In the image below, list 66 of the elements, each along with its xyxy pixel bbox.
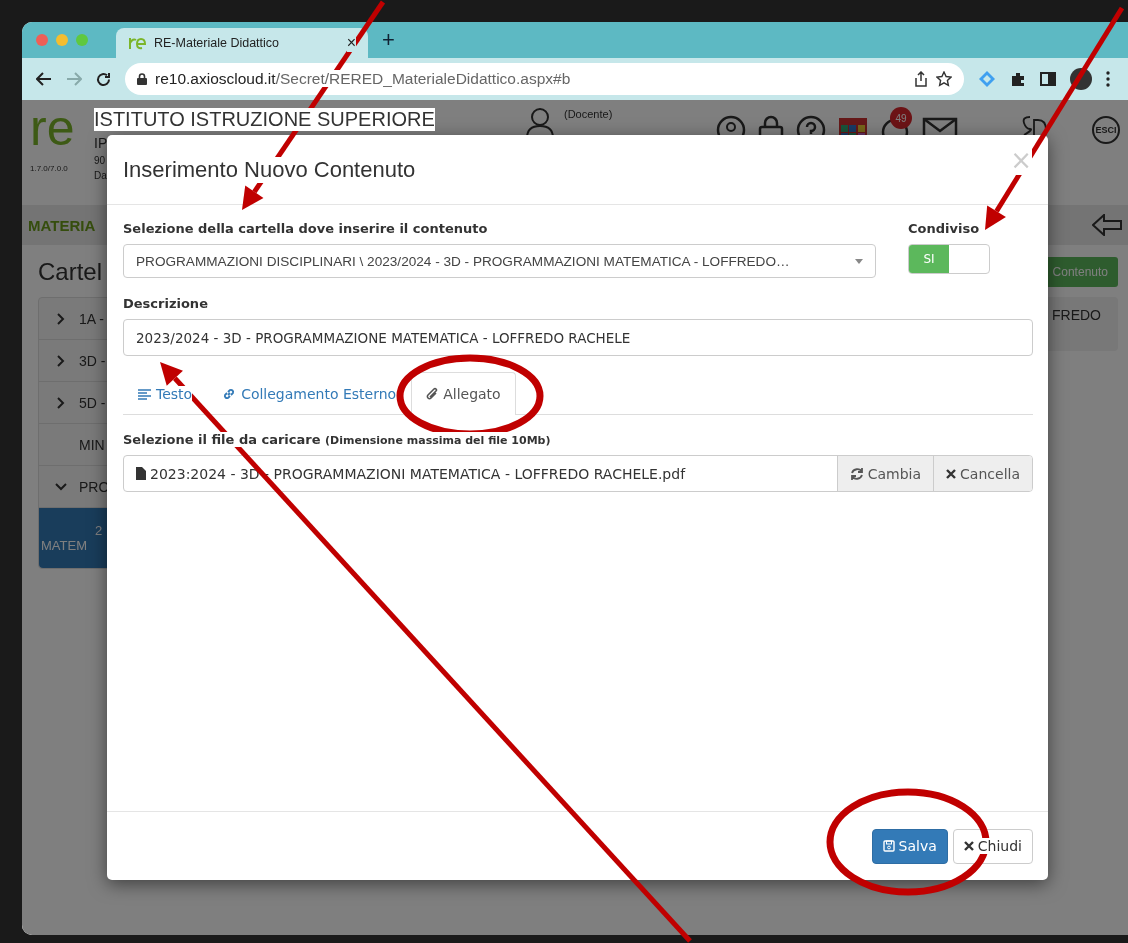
school-logo: re <box>30 108 75 148</box>
new-tab-button[interactable]: + <box>382 27 395 53</box>
section-title: MATERIA <box>28 216 96 234</box>
notification-badge: 49 <box>890 107 912 129</box>
chevron-right-icon[interactable] <box>55 312 67 325</box>
tab[interactable]: Allegato <box>411 372 516 415</box>
school-subtitle: IP <box>94 135 108 151</box>
modal-title: Inserimento Nuovo Contenuto <box>123 156 416 183</box>
user-role: (Docente) <box>564 108 613 120</box>
tab-close-button[interactable]: × <box>346 34 356 52</box>
reload-icon[interactable] <box>96 71 111 87</box>
folder-label: 3D - <box>79 352 106 369</box>
close-icon <box>963 841 974 851</box>
school-name: ISTITUTO ISTRUZIONE SUPERIORE <box>94 108 435 131</box>
folder-label: 1A - <box>79 310 104 327</box>
back-arrow-icon[interactable] <box>1092 214 1122 236</box>
tab[interactable]: Collegamento Esterno <box>207 372 412 415</box>
sidebar-icon[interactable] <box>1040 72 1056 86</box>
field-label: Descrizione <box>123 296 209 311</box>
maximize-dot-icon[interactable] <box>76 34 88 46</box>
site-logo-icon <box>128 36 146 50</box>
address-bar[interactable]: re10.axioscloud.it/Secret/RERED_MaterialeDidattico.aspx#b <box>125 63 964 95</box>
item-label: 2 <box>95 523 103 538</box>
close-icon <box>946 468 957 479</box>
file-icon <box>136 467 146 480</box>
folder-label: MIN <box>79 436 105 453</box>
page-heading: Cartel <box>38 258 103 286</box>
paperclip-icon <box>426 387 439 401</box>
minimize-dot-icon[interactable] <box>56 34 68 46</box>
refresh-icon <box>849 466 864 481</box>
save-button[interactable]: Salva <box>871 828 948 864</box>
version-label: 1.7.0/7.0.0 <box>30 164 68 173</box>
item-label: MATEM <box>41 538 87 553</box>
close-dot-icon[interactable] <box>36 34 48 46</box>
url-text: re10.axioscloud.it/Secret/RERED_MaterialeDidattico.aspx#b <box>155 70 571 88</box>
date-text: Da <box>94 170 107 181</box>
remove-button[interactable]: Cancella <box>933 456 1032 491</box>
back-icon[interactable] <box>36 72 52 86</box>
user-icon <box>526 108 554 138</box>
field-label: Selezione della cartella dove inserire il contenuto <box>123 221 489 236</box>
lines-icon <box>138 388 151 400</box>
link-icon <box>222 387 237 401</box>
chevron-right-icon[interactable] <box>55 396 67 409</box>
address-text: 90 <box>94 155 106 166</box>
change-button[interactable]: Cambia <box>836 456 934 491</box>
puzzle-icon[interactable] <box>1010 71 1026 87</box>
share-icon[interactable] <box>914 71 928 87</box>
field-label: Condiviso <box>908 221 981 236</box>
star-icon[interactable] <box>936 71 952 87</box>
more-icon[interactable] <box>1106 71 1110 87</box>
browser-tab[interactable]: RE-Materiale Didattico × <box>116 28 368 58</box>
dropdown-caret-icon <box>855 258 863 264</box>
chevron-down-icon[interactable] <box>55 480 67 493</box>
folder-label: 5D - <box>79 394 106 411</box>
file-upload-field[interactable]: 2023:2024 - 3D - PROGRAMMAZIONI MATEMATICA - LOFFREDO RACHELE.pdf Cambia Cancella <box>123 455 1033 492</box>
lock-icon <box>137 73 147 85</box>
field-label: Selezione il file da caricare (Dimensione massima del file 10Mb) <box>123 432 551 447</box>
avatar-icon[interactable] <box>1070 68 1092 90</box>
close-modal-button[interactable]: Chiudi <box>952 828 1033 864</box>
floppy-icon <box>882 840 895 852</box>
chevron-right-icon[interactable] <box>55 354 67 367</box>
file-name: 2023:2024 - 3D - PROGRAMMAZIONI MATEMATICA - LOFFREDO RACHELE.pdf <box>150 465 686 482</box>
tab-title: RE-Materiale Didattico <box>154 36 281 50</box>
logout-button[interactable]: ESCI <box>1092 116 1120 144</box>
folder-dropdown[interactable]: PROGRAMMAZIONI DISCIPLINARI \ 2023/2024 - 3D - PROGRAMMAZIONI MATEMATICA - LOFFREDO… <box>123 244 876 278</box>
description-field[interactable]: 2023/2024 - 3D - PROGRAMMAZIONE MATEMATICA - LOFFREDO RACHELE <box>123 319 1033 356</box>
